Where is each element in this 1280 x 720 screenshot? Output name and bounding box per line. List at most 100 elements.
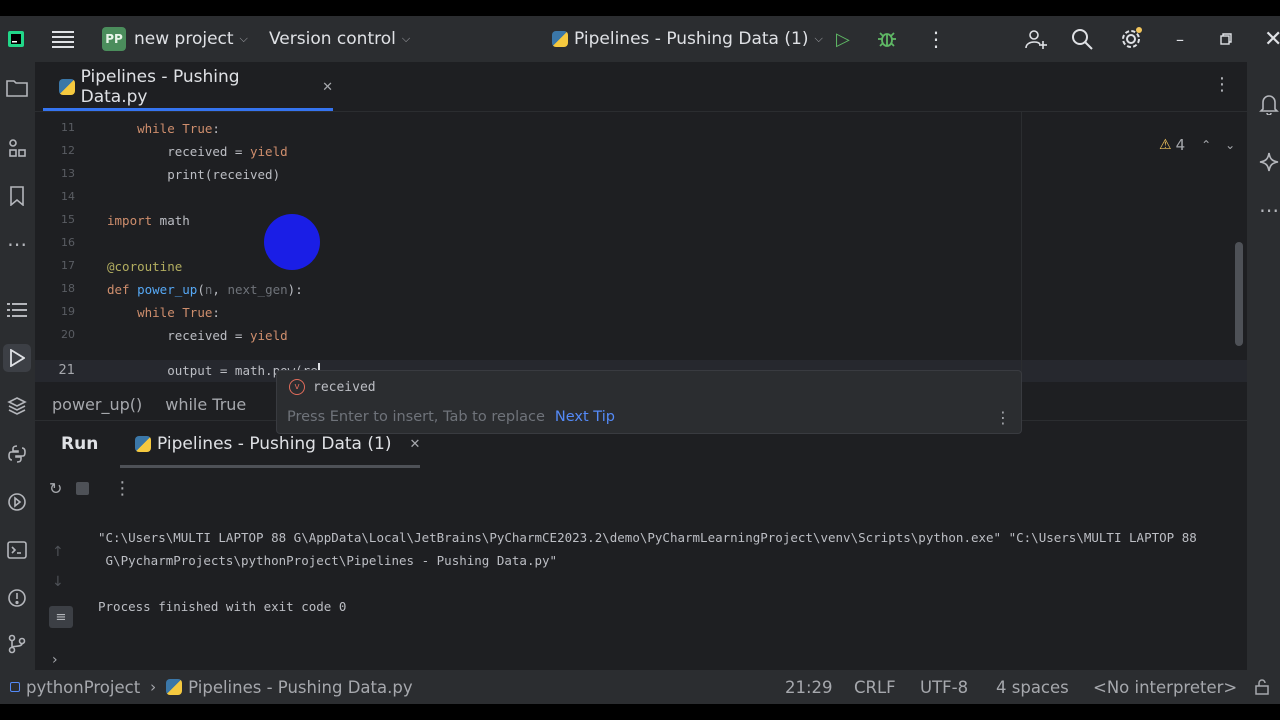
chevron-down-icon: ⌵ bbox=[239, 32, 248, 45]
variable-icon: v bbox=[289, 379, 305, 395]
left-tool-stripe: ⋯ bbox=[0, 62, 35, 670]
editor-tab-bar: Pipelines - Pushing Data.py ✕ ⋮ bbox=[35, 62, 1247, 112]
code-line: @coroutine bbox=[107, 259, 183, 274]
status-file-label: Pipelines - Pushing Data.py bbox=[188, 677, 413, 697]
interpreter-selector[interactable]: <No interpreter> bbox=[1093, 670, 1237, 704]
completion-item-label: received bbox=[313, 379, 376, 395]
chevron-right-icon: › bbox=[150, 678, 157, 696]
vcs-selector[interactable]: Version control ⌵ bbox=[269, 16, 410, 62]
add-user-icon[interactable] bbox=[1024, 16, 1048, 62]
code-line: received = yield bbox=[107, 328, 288, 343]
restore-icon[interactable] bbox=[1220, 16, 1232, 62]
popup-options-icon[interactable]: ⋮ bbox=[995, 408, 1011, 427]
right-tool-stripe: ⋯ bbox=[1247, 62, 1280, 670]
chevron-down-icon[interactable]: ⌄ bbox=[1225, 138, 1235, 152]
breadcrumb-block[interactable]: while True bbox=[165, 395, 246, 414]
bookmarks-icon[interactable] bbox=[3, 182, 31, 210]
close-window-icon[interactable]: ✕ bbox=[1264, 16, 1280, 62]
console-line: Process finished with exit code 0 bbox=[98, 599, 347, 614]
cursor-highlight-dot bbox=[264, 214, 320, 270]
rerun-icon[interactable]: ↻ bbox=[49, 479, 62, 498]
more-actions-icon[interactable]: ⋮ bbox=[926, 16, 946, 62]
line-number: 16 bbox=[61, 236, 75, 249]
completion-hint-text: Press Enter to insert, Tab to replace bbox=[287, 409, 545, 425]
python-file-icon bbox=[59, 79, 75, 95]
caret-position[interactable]: 21:29 bbox=[785, 670, 833, 704]
arrow-down-icon[interactable]: ↓ bbox=[52, 574, 64, 590]
python-console-icon[interactable] bbox=[3, 440, 31, 468]
tab-options-icon[interactable]: ⋮ bbox=[1213, 74, 1231, 95]
chevron-down-icon: ⌵ bbox=[401, 32, 411, 45]
python-file-icon bbox=[166, 679, 183, 695]
python-file-icon bbox=[135, 436, 151, 452]
code-line: import math bbox=[107, 213, 190, 228]
close-tab-icon[interactable]: ✕ bbox=[409, 437, 420, 452]
app-icon[interactable] bbox=[8, 16, 24, 62]
line-number: 11 bbox=[61, 121, 75, 134]
run-icon[interactable]: ▷ bbox=[836, 16, 850, 62]
run-tool-title: Run bbox=[61, 434, 99, 454]
notifications-bell-icon[interactable] bbox=[1255, 90, 1280, 118]
project-selector[interactable]: PP new project ⌵ bbox=[102, 16, 248, 62]
project-folder-icon[interactable] bbox=[3, 74, 31, 102]
code-line: while True: bbox=[137, 121, 220, 136]
search-icon[interactable] bbox=[1071, 16, 1093, 62]
more-tools-icon[interactable]: ⋯ bbox=[3, 230, 31, 258]
editor-scrollbar[interactable] bbox=[1235, 242, 1243, 346]
more-tools-icon[interactable]: ⋯ bbox=[1255, 196, 1280, 224]
line-number: 14 bbox=[61, 190, 75, 203]
chevron-right-icon[interactable]: › bbox=[52, 652, 58, 668]
completion-popup: v received Press Enter to insert, Tab to… bbox=[276, 370, 1022, 434]
git-branch-icon[interactable] bbox=[3, 630, 31, 658]
next-tip-link[interactable]: Next Tip bbox=[555, 409, 615, 425]
vcs-label: Version control bbox=[269, 29, 396, 49]
chevron-down-icon: ⌵ bbox=[814, 32, 823, 45]
title-bar: PP new project ⌵ Version control ⌵ Pipel… bbox=[0, 16, 1280, 62]
soft-wrap-icon[interactable]: ≡ bbox=[49, 606, 73, 628]
breadcrumb-function[interactable]: power_up() bbox=[52, 395, 142, 414]
line-number: 17 bbox=[61, 259, 75, 272]
run-tool-icon[interactable] bbox=[3, 344, 31, 372]
todo-list-icon[interactable] bbox=[3, 296, 31, 324]
services-icon[interactable] bbox=[3, 488, 31, 516]
code-line: while True: bbox=[137, 305, 220, 320]
settings-gear-icon[interactable] bbox=[1119, 16, 1143, 62]
code-line: print(received) bbox=[107, 167, 281, 182]
editor-tab[interactable]: Pipelines - Pushing Data.py ✕ bbox=[43, 62, 333, 112]
run-config-selector[interactable]: Pipelines - Pushing Data (1) ⌵ bbox=[552, 16, 823, 62]
status-project-label: pythonProject bbox=[26, 677, 141, 697]
code-editor[interactable]: 11 12 13 14 15 16 17 18 19 20 21 22 whil… bbox=[35, 112, 1247, 388]
line-number: 19 bbox=[61, 305, 75, 318]
arrow-up-icon[interactable]: ↑ bbox=[52, 544, 64, 560]
stop-icon[interactable] bbox=[76, 481, 90, 495]
structure-icon[interactable] bbox=[3, 134, 31, 162]
ai-assistant-icon[interactable] bbox=[1255, 148, 1280, 176]
problems-icon[interactable] bbox=[3, 584, 31, 612]
minimize-icon[interactable]: – bbox=[1176, 16, 1184, 62]
module-icon bbox=[10, 682, 20, 692]
completion-item[interactable]: v received bbox=[277, 373, 1021, 401]
line-separator[interactable]: CRLF bbox=[854, 670, 896, 704]
file-encoding[interactable]: UTF-8 bbox=[920, 670, 968, 704]
lock-icon[interactable] bbox=[1254, 670, 1270, 704]
run-toolbar: ↻ ⋮ bbox=[35, 470, 1247, 506]
ide-window: PP new project ⌵ Version control ⌵ Pipel… bbox=[0, 16, 1280, 704]
layers-icon[interactable] bbox=[3, 392, 31, 420]
debug-icon[interactable] bbox=[877, 16, 897, 62]
status-project[interactable]: pythonProject › Pipelines - Pushing Data… bbox=[10, 670, 413, 704]
line-number-current: 21 bbox=[58, 363, 75, 378]
close-tab-icon[interactable]: ✕ bbox=[322, 80, 333, 95]
active-tab-indicator bbox=[43, 108, 333, 111]
terminal-icon[interactable] bbox=[3, 536, 31, 564]
line-number: 18 bbox=[61, 282, 75, 295]
inspection-widget[interactable]: ⚠ 4 ⌃ ⌄ bbox=[1159, 136, 1235, 154]
indent-setting[interactable]: 4 spaces bbox=[996, 670, 1069, 704]
editor-tab-label: Pipelines - Pushing Data.py bbox=[80, 67, 240, 107]
python-file-icon bbox=[552, 31, 568, 47]
run-console-output[interactable]: "C:\Users\MULTI LAPTOP 88 G\AppData\Loca… bbox=[83, 506, 1247, 670]
run-tab-indicator bbox=[120, 465, 420, 468]
warning-icon: ⚠ bbox=[1159, 137, 1172, 153]
main-menu-icon[interactable] bbox=[52, 16, 74, 62]
chevron-up-icon[interactable]: ⌃ bbox=[1201, 138, 1211, 152]
more-actions-icon[interactable]: ⋮ bbox=[113, 478, 131, 499]
